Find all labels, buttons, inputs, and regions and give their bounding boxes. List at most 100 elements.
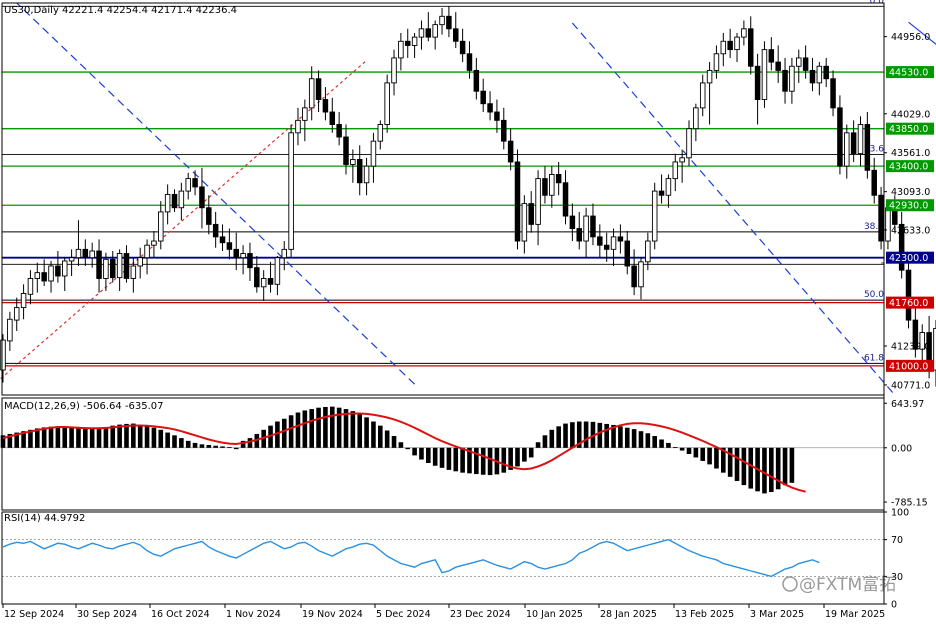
candle-body: [123, 253, 130, 279]
candle-body: [384, 82, 390, 125]
macd-histogram-bar: [789, 447, 795, 483]
macd-histogram-bar: [583, 421, 589, 448]
macd-histogram-bar: [378, 425, 383, 448]
price-tick-label: 44956.0: [891, 32, 930, 43]
candle-body: [302, 107, 308, 121]
rsi-tick-label: 70: [891, 535, 903, 546]
macd-histogram-bar: [700, 447, 706, 461]
candle-body: [82, 248, 89, 259]
candle-body: [713, 53, 720, 71]
macd-histogram-bar: [782, 447, 788, 486]
chart-background: [0, 0, 936, 624]
candle-body: [830, 78, 836, 109]
date-tick-label: 23 Dec 2024: [450, 609, 511, 620]
candle-body: [350, 159, 356, 165]
candle-body: [631, 265, 637, 288]
candle-body: [41, 272, 47, 282]
candle-body: [144, 244, 150, 259]
macd-histogram-bar: [288, 415, 294, 448]
symbol-header: US30,Daily 42221.4 42254.4 42171.4 42236…: [4, 5, 237, 16]
candle-body: [789, 65, 795, 92]
candle-body: [398, 40, 404, 59]
candle-body: [356, 159, 363, 184]
macd-histogram-bar: [618, 426, 623, 448]
macd-histogram-bar: [103, 427, 109, 448]
date-tick-label: 5 Dec 2024: [376, 609, 431, 620]
macd-histogram-bar: [137, 424, 143, 448]
candle-body: [844, 132, 850, 167]
candle-body: [487, 103, 493, 113]
candle-body: [260, 278, 267, 288]
candle-body: [624, 240, 631, 267]
watermark: @FXTM富拓: [782, 575, 896, 595]
us30-chart[interactable]: 0.023.638.250.061.844956.044029.043561.0…: [0, 0, 936, 624]
macd-histogram-bar: [426, 447, 431, 463]
macd-histogram-bar: [151, 427, 157, 448]
candle-body: [878, 194, 884, 242]
macd-histogram-bar: [124, 423, 129, 448]
fib-level-label: 50.0: [864, 290, 884, 300]
macd-histogram-bar: [384, 430, 390, 448]
rsi-tick-label: 0: [891, 600, 897, 611]
candle-body: [501, 119, 507, 142]
candle-body: [68, 257, 75, 262]
macd-histogram-bar: [69, 427, 74, 448]
candle-body: [295, 119, 301, 134]
candle-body: [418, 28, 425, 38]
candle-body: [576, 228, 582, 242]
macd-tick-label: 643.97: [891, 399, 924, 410]
candle-body: [370, 140, 377, 167]
candle-body: [610, 236, 617, 250]
candle-body: [747, 28, 754, 67]
macd-histogram-bar: [762, 447, 767, 494]
fib-level-label: 61.8: [864, 353, 884, 363]
macd-histogram-bar: [316, 407, 321, 448]
candle-body: [158, 211, 164, 242]
macd-histogram-bar: [597, 422, 603, 448]
candle-body: [247, 253, 253, 269]
date-tick-label: 13 Feb 2025: [675, 609, 734, 620]
candle-body: [171, 193, 178, 209]
candle-body: [110, 258, 116, 279]
candle-body: [0, 339, 6, 371]
macd-histogram-bar: [549, 429, 555, 448]
candle-body: [439, 15, 445, 26]
candle-body: [308, 78, 315, 109]
candle-body: [754, 65, 761, 100]
macd-histogram-bar: [570, 422, 575, 448]
rsi-tick-label: 100: [891, 508, 909, 519]
macd-histogram-bar: [474, 447, 479, 475]
price-tick-label: 43093.0: [891, 187, 930, 198]
candle-body: [137, 257, 143, 267]
candle-body: [597, 236, 603, 246]
candle-body: [377, 124, 384, 142]
candle-body: [274, 257, 281, 285]
candle-body: [336, 124, 342, 138]
macd-histogram-bar: [110, 425, 116, 448]
macd-histogram-bar: [659, 439, 664, 448]
date-tick-label: 12 Sep 2024: [4, 609, 64, 620]
candle-body: [219, 236, 226, 244]
level-label: 41000.0: [889, 361, 928, 372]
macd-histogram-bar: [769, 447, 774, 493]
date-tick-label: 3 Mar 2025: [750, 609, 804, 620]
candle-body: [542, 178, 548, 196]
price-tick-label: 43561.0: [891, 148, 930, 159]
macd-histogram-bar: [528, 447, 534, 458]
candle-body: [89, 250, 95, 259]
candle-body: [837, 107, 843, 167]
candle-body: [720, 40, 727, 55]
macd-histogram-bar: [227, 447, 232, 448]
macd-histogram-bar: [233, 447, 239, 450]
level-label: 44530.0: [889, 68, 928, 79]
macd-histogram-bar: [439, 447, 445, 468]
candle-body: [775, 61, 781, 71]
macd-histogram-bar: [165, 432, 170, 448]
macd-histogram-bar: [185, 440, 191, 448]
date-tick-label: 30 Sep 2024: [77, 609, 137, 620]
price-tick-label: 41239.0: [891, 341, 930, 352]
macd-histogram-bar: [748, 447, 754, 489]
macd-histogram-bar: [350, 411, 356, 448]
candle-body: [562, 182, 569, 217]
level-label: 41760.0: [889, 298, 928, 309]
